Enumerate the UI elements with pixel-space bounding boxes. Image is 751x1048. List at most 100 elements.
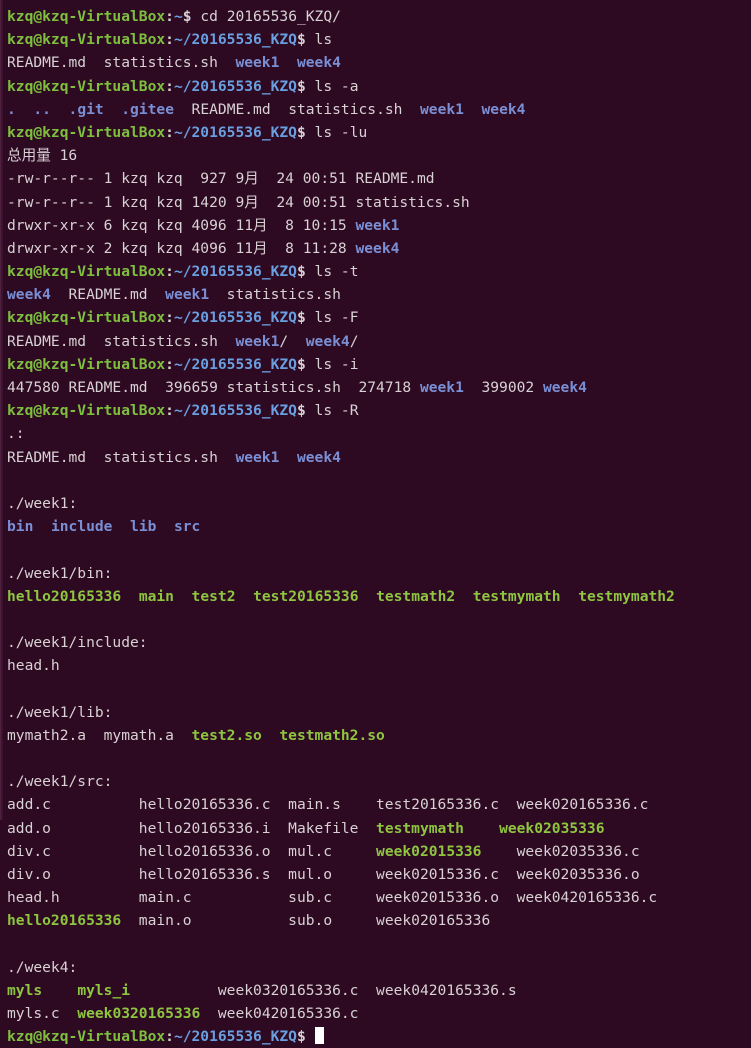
prompt-separator: : — [165, 309, 174, 327]
terminal-output-line: myls myls_i week0320165336.c week0420165… — [3, 979, 751, 1002]
terminal-output-line: ./week1: — [3, 492, 751, 515]
terminal-output-line: 447580 README.md 396659 statistics.sh 27… — [3, 376, 751, 399]
prompt-symbol: $ — [296, 1028, 306, 1046]
output-text: / — [349, 332, 359, 350]
terminal-output-line: drwxr-xr-x 2 kzq kzq 4096 11月 8 11:28 we… — [3, 237, 751, 260]
output-text: main.o sub.o week020165336 — [121, 912, 491, 930]
prompt-user-host: kzq@kzq-VirtualBox — [7, 402, 166, 420]
directory-name: week1 — [235, 448, 280, 466]
executable-name: test2 — [191, 587, 236, 605]
command-text: ls -F — [305, 309, 359, 327]
text-cursor — [314, 1027, 324, 1045]
output-text: .: — [7, 425, 25, 443]
command-text: ls -R — [305, 402, 359, 420]
output-text: README.md statistics.sh — [7, 54, 236, 72]
output-text: README.md statistics.sh — [7, 332, 236, 350]
terminal-output-line: add.c hello20165336.c main.s test2016533… — [3, 793, 751, 816]
terminal-output-line: ./week1/lib: — [3, 701, 751, 724]
terminal-command-line: kzq@kzq-VirtualBox:~/20165536_KZQ$ ls -F — [3, 306, 751, 329]
output-text: week02035336.c — [481, 842, 640, 860]
directory-name: week4 — [305, 332, 350, 350]
output-text: ./week1/lib: — [7, 703, 113, 721]
terminal-output-line: ./week1/bin: — [3, 562, 751, 585]
command-text — [306, 1028, 315, 1045]
terminal-output-line: README.md statistics.sh week1/ week4/ — [3, 330, 751, 353]
directory-name: . — [7, 100, 16, 118]
prompt-path: ~ — [173, 8, 183, 25]
terminal-output-line: myls.c week0320165336 week0420165336.c — [3, 1002, 751, 1025]
output-text: 399002 — [463, 379, 543, 396]
output-text: drwxr-xr-x 6 kzq kzq 4096 11月 8 10:15 — [7, 216, 356, 234]
prompt-separator: : — [165, 1028, 174, 1046]
terminal-command-line: kzq@kzq-VirtualBox:~/20165536_KZQ$ ls -R — [3, 399, 751, 422]
directory-name: .gitee — [121, 100, 174, 118]
output-text: ./week1: — [7, 494, 78, 512]
output-text: myls.c — [7, 1005, 78, 1023]
output-text: drwxr-xr-x 2 kzq kzq 4096 11月 8 11:28 — [7, 239, 356, 257]
output-text: README.md statistics.sh — [7, 448, 236, 466]
prompt-path: ~/20165536_KZQ — [173, 123, 297, 141]
prompt-path: ~/20165536_KZQ — [173, 309, 297, 327]
prompt-separator: : — [165, 8, 174, 25]
output-text: div.o hello20165336.s mul.o week02015336… — [7, 865, 640, 883]
prompt-separator: : — [165, 123, 174, 141]
terminal-output-line: div.o hello20165336.s mul.o week02015336… — [3, 863, 751, 886]
executable-name: main — [138, 587, 174, 605]
terminal-output-line: .: — [3, 422, 751, 445]
prompt-path: ~/20165536_KZQ — [173, 402, 297, 420]
terminal-output-line: hello20165336 main test2 test20165336 te… — [3, 585, 751, 608]
prompt-user-host: kzq@kzq-VirtualBox — [7, 123, 166, 141]
executable-name: week0320165336 — [77, 1005, 201, 1023]
executable-name: test20165336 — [253, 587, 359, 605]
output-text: 447580 README.md 396659 statistics.sh 27… — [7, 379, 420, 396]
command-text: ls -i — [305, 355, 359, 373]
output-text: head.h main.c sub.c week02015336.o week0… — [7, 889, 658, 907]
executable-name: hello20165336 — [7, 912, 122, 930]
terminal-output-line: drwxr-xr-x 6 kzq kzq 4096 11月 8 10:15 we… — [3, 214, 751, 237]
terminal-output-area[interactable]: kzq@kzq-VirtualBox:~$ cd 20165536_KZQ/kz… — [3, 5, 751, 1048]
directory-name: lib — [130, 518, 157, 536]
command-text: ls -t — [305, 263, 359, 281]
terminal-window[interactable]: kzq@kzq-VirtualBox:~$ cd 20165536_KZQ/kz… — [0, 0, 751, 1045]
directory-name: week1 — [355, 216, 400, 234]
output-text: statistics.sh — [209, 286, 341, 304]
terminal-output-line: add.o hello20165336.i Makefile testmymat… — [3, 817, 751, 840]
prompt-separator: : — [165, 77, 174, 95]
directory-name: .git — [68, 100, 104, 118]
terminal-output-line: README.md statistics.sh week1 week4 — [3, 446, 751, 469]
prompt-separator: : — [165, 31, 174, 49]
directory-name: week1 — [235, 332, 280, 350]
prompt-path: ~/20165536_KZQ — [173, 1028, 297, 1046]
prompt-symbol: $ — [296, 355, 306, 373]
executable-name: hello20165336 — [7, 587, 122, 605]
directory-name: week4 — [296, 448, 341, 466]
prompt-path: ~/20165536_KZQ — [173, 263, 297, 281]
output-text: ./week1/src: — [7, 773, 113, 791]
output-text: ./week4: — [7, 958, 78, 976]
output-text: div.c hello20165336.o mul.c — [7, 842, 377, 860]
executable-name: myls — [7, 981, 43, 999]
executable-name: testmymath2 — [578, 587, 675, 605]
executable-name: test2.so — [191, 726, 262, 744]
prompt-user-host: kzq@kzq-VirtualBox — [7, 31, 166, 49]
terminal-output-line: README.md statistics.sh week1 week4 — [3, 51, 751, 74]
terminal-output-line: week4 README.md week1 statistics.sh — [3, 283, 751, 306]
directory-name: src — [173, 518, 201, 536]
output-text: 总用量 16 — [7, 147, 78, 165]
executable-name: myls_i — [77, 981, 131, 999]
prompt-separator: : — [165, 355, 174, 373]
